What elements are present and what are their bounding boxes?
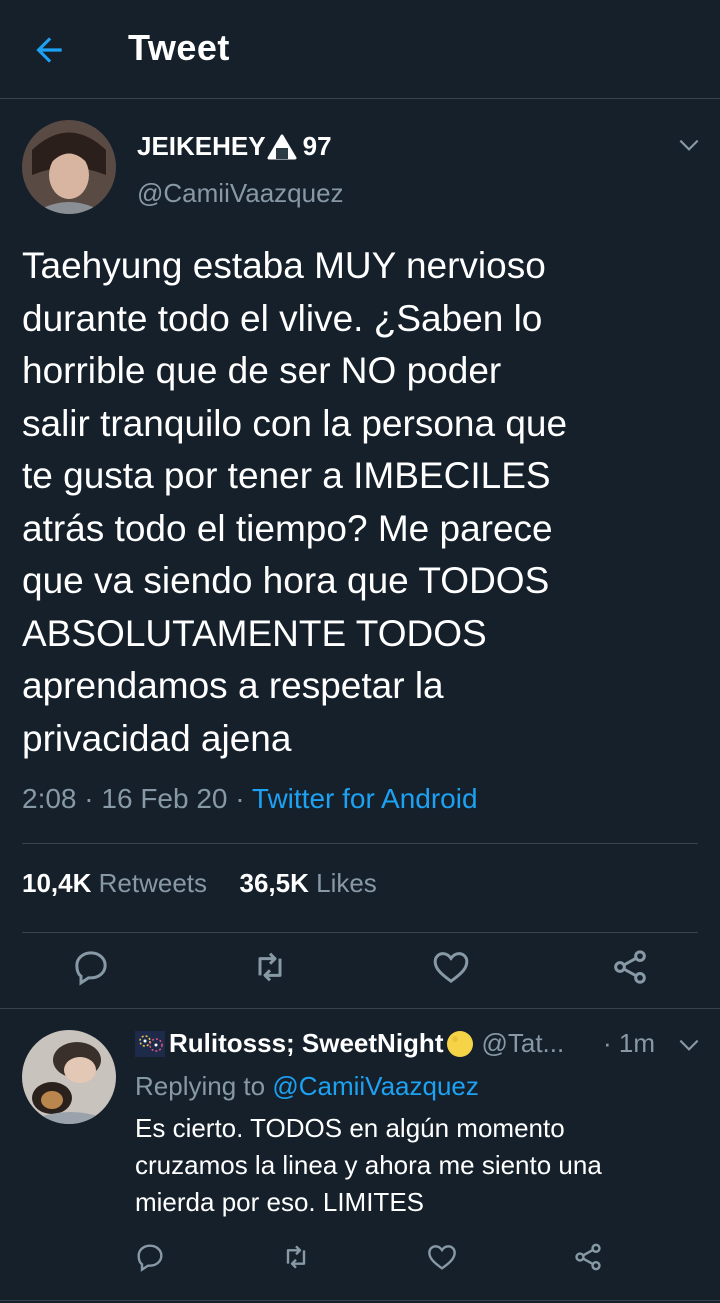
top-bar: Tweet <box>0 0 720 99</box>
retweets-stat[interactable]: 10,4K Retweets <box>22 868 207 898</box>
reply-author-name[interactable]: Rulitosss; SweetNight <box>169 1028 443 1059</box>
divider <box>0 1300 720 1301</box>
replying-to-handle[interactable]: @CamiiVaazquez <box>272 1071 479 1101</box>
tweet-text: Taehyung estaba MUY nervioso durante tod… <box>22 245 568 759</box>
reply-author-line: Rulitosss; SweetNight @Tat... <box>135 1028 564 1059</box>
fireworks-emoji-icon <box>135 1030 165 1057</box>
chevron-down-icon[interactable] <box>676 132 702 158</box>
author-handle[interactable]: @CamiiVaazquez <box>137 178 344 209</box>
tweet-source-link[interactable]: Twitter for Android <box>252 783 478 814</box>
author-name-suffix: 97 <box>302 131 332 161</box>
divider <box>22 843 698 844</box>
share-icon[interactable] <box>572 1241 604 1273</box>
tweet-stats: 10,4K Retweets 36,5K Likes <box>22 868 377 899</box>
reply-time: · 1m <box>603 1028 655 1058</box>
likes-stat[interactable]: 36,5K Likes <box>239 868 376 898</box>
like-icon[interactable] <box>431 947 471 987</box>
retweet-icon[interactable] <box>250 947 290 987</box>
like-icon[interactable] <box>426 1241 458 1273</box>
author-avatar[interactable] <box>22 120 116 214</box>
reply-icon[interactable] <box>134 1241 166 1273</box>
separator-dot: · <box>235 783 245 814</box>
separator-dot: · <box>84 783 94 814</box>
retweets-label: Retweets <box>98 868 208 898</box>
onigiri-emoji-icon <box>267 134 297 159</box>
divider <box>22 932 698 933</box>
share-icon[interactable] <box>610 947 650 987</box>
chevron-down-icon[interactable] <box>676 1032 702 1058</box>
retweet-icon[interactable] <box>280 1241 312 1273</box>
likes-label: Likes <box>316 868 377 898</box>
author-name-text: JEIKEHEY <box>137 131 266 161</box>
author-name[interactable]: JEIKEHEY 97 <box>137 131 332 162</box>
replying-to-label: Replying to <box>135 1071 266 1101</box>
tweet-time: 2:08 <box>22 783 77 814</box>
reply-icon[interactable] <box>71 947 111 987</box>
replying-to: Replying to @CamiiVaazquez <box>135 1071 479 1102</box>
reply-author-handle[interactable]: @Tat... <box>481 1028 564 1059</box>
tweet-date: 16 Feb 20 <box>101 783 228 814</box>
page-title: Tweet <box>128 27 230 68</box>
reply-author-avatar[interactable] <box>22 1030 116 1124</box>
retweets-count: 10,4K <box>22 868 92 898</box>
tweet-meta: 2:08 · 16 Feb 20 · Twitter for Android <box>22 783 478 815</box>
likes-count: 36,5K <box>239 868 309 898</box>
divider <box>0 1008 720 1009</box>
back-arrow-icon[interactable] <box>30 31 68 69</box>
reply-text: Es cierto. TODOS en algún momento cruzam… <box>135 1113 602 1217</box>
crescent-moon-emoji-icon <box>447 1030 474 1057</box>
